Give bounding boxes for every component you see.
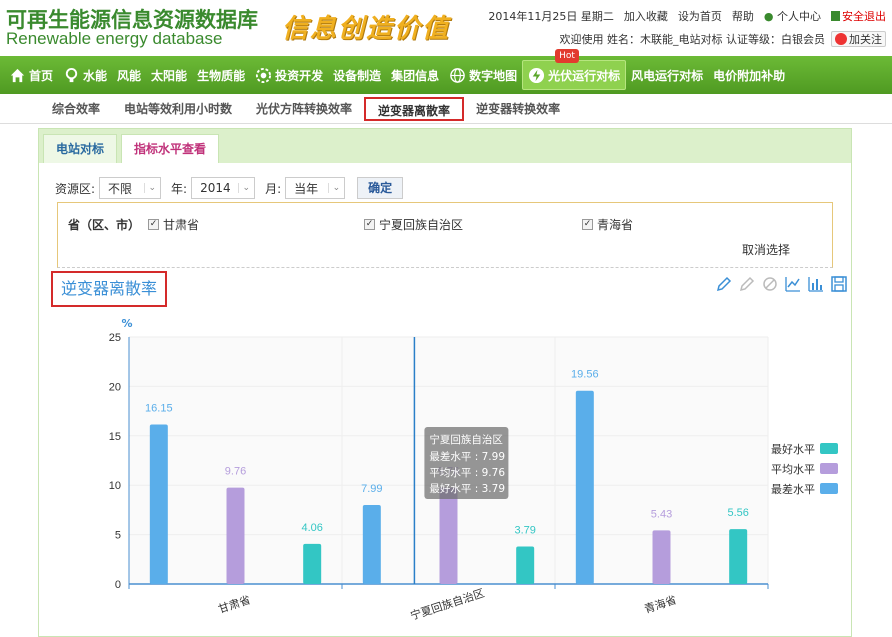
nav-item-label: 太阳能	[151, 68, 188, 83]
bar	[729, 529, 748, 584]
bar	[303, 543, 322, 584]
nav-item-label: 风电运行对标	[631, 68, 704, 83]
y-tick-label: 25	[109, 332, 121, 344]
data-label: 9.76	[225, 466, 246, 478]
top-links: 2014年11月25日 星期二 加入收藏 设为首页 帮助 ● 个人中心 安全退出	[488, 8, 886, 24]
nav-item-8[interactable]: 数字地图	[444, 60, 522, 90]
help-link[interactable]: 帮助	[732, 8, 754, 24]
tooltip-line: 最好水平 : 3.79	[429, 483, 505, 495]
logo-title-en[interactable]: Renewable energy database	[6, 29, 222, 49]
bar-chart: 0510152025%16.159.764.06甘肃省7.999.763.79宁…	[109, 317, 838, 623]
bar	[149, 424, 168, 584]
header: 可再生能源信息资源数据库 Renewable energy database 信…	[0, 0, 892, 56]
nav-item-7[interactable]: 集团信息	[386, 60, 444, 90]
globe-icon	[450, 67, 465, 83]
y-axis-unit: %	[121, 317, 132, 330]
data-label: 7.99	[361, 483, 382, 495]
nav-item-label: 投资开发	[275, 68, 324, 83]
logout-link[interactable]: 安全退出	[831, 8, 886, 24]
lightning-icon	[529, 67, 545, 83]
set-home-link[interactable]: 设为首页	[678, 8, 722, 24]
hot-badge: Hot	[555, 49, 579, 63]
nav-item-9[interactable]: 光伏运行对标 Hot	[522, 49, 627, 90]
bulb-icon	[65, 67, 78, 82]
nav-item-label: 风能	[117, 68, 142, 83]
subnav-item-4[interactable]: 逆变器转换效率	[464, 97, 572, 121]
data-label: 3.79	[514, 525, 535, 537]
nav-item-6[interactable]: 设备制造	[328, 60, 386, 90]
user-icon: ●	[763, 10, 774, 23]
bar	[516, 546, 535, 584]
nav-item-label: 生物质能	[197, 68, 246, 83]
nav-item-10[interactable]: 风电运行对标	[626, 60, 708, 90]
bar	[652, 530, 671, 584]
weibo-icon	[835, 33, 847, 45]
subnav-item-1[interactable]: 电站等效利用小时数	[112, 97, 244, 121]
x-tick-label: 宁夏回族自治区	[408, 586, 486, 623]
y-tick-label: 5	[115, 530, 121, 542]
user-center-link[interactable]: ● 个人中心	[764, 8, 821, 24]
legend-swatch	[820, 483, 838, 494]
data-label: 16.15	[145, 402, 173, 414]
bar	[575, 390, 594, 584]
legend-swatch	[820, 463, 838, 474]
x-tick-label: 甘肃省	[217, 593, 252, 616]
nav-item-label: 光伏运行对标	[548, 68, 621, 83]
add-favorite-link[interactable]: 加入收藏	[624, 8, 668, 24]
slogan: 信息创造价值	[282, 14, 451, 44]
y-tick-label: 0	[115, 579, 121, 591]
nav-item-11[interactable]: 电价附加补助	[708, 60, 790, 90]
sub-nav: 综合效率 电站等效利用小时数 光伏方阵转换效率 逆变器离散率 逆变器转换效率	[0, 94, 892, 124]
nav-item-3[interactable]: 太阳能	[146, 60, 192, 90]
nav-item-label: 集团信息	[391, 68, 440, 83]
subnav-item-0[interactable]: 综合效率	[40, 97, 112, 121]
data-label: 4.06	[301, 522, 322, 534]
nav-item-2[interactable]: 风能	[112, 60, 146, 90]
x-tick-label: 青海省	[642, 592, 678, 616]
bar	[226, 487, 245, 584]
bar	[362, 505, 381, 584]
tooltip-line: 最差水平 : 7.99	[429, 450, 505, 463]
nav-item-label: 水能	[83, 68, 108, 83]
nav-item-label: 首页	[29, 68, 54, 83]
legend-label: 最差水平	[771, 482, 815, 496]
welcome-text: 欢迎使用 姓名：木联能_电站对标 认证等级：白银会员	[559, 33, 826, 46]
data-label: 19.56	[571, 369, 599, 381]
bar	[439, 487, 458, 584]
nav-item-0[interactable]: 首页	[4, 60, 58, 90]
y-tick-label: 10	[109, 480, 121, 492]
settings-icon	[256, 67, 272, 83]
main-nav: 首页 水能 风能 太阳能 生物质能 投资开发 设备制造 集团信息 数字地图 光伏运行对标 Hot 风电…	[0, 49, 892, 94]
follow-button[interactable]: 加关注	[831, 31, 886, 47]
nav-item-1[interactable]: 水能	[58, 60, 112, 90]
date-text: 2014年11月25日 星期二	[488, 10, 614, 23]
data-label: 5.56	[727, 507, 748, 519]
nav-item-5[interactable]: 投资开发	[250, 60, 328, 90]
y-tick-label: 20	[109, 381, 121, 393]
nav-item-label: 数字地图	[469, 68, 518, 83]
subnav-item-3[interactable]: 逆变器离散率	[364, 96, 465, 121]
data-label: 5.43	[651, 508, 672, 520]
subnav-item-2[interactable]: 光伏方阵转换效率	[244, 97, 364, 121]
content-panel: 电站对标 指标水平查看 资源区: 不限 ⌄ 年: 2014 ⌄ 月: 当年 ⌄ 确定 …	[38, 128, 852, 637]
tooltip-line: 平均水平 : 9.76	[429, 467, 505, 479]
nav-item-label: 电价附加补助	[713, 68, 786, 83]
tooltip-title: 宁夏回族自治区	[429, 433, 503, 446]
legend-label: 最好水平	[771, 442, 815, 456]
nav-item-4[interactable]: 生物质能	[192, 60, 250, 90]
welcome-bar: 欢迎使用 姓名：木联能_电站对标 认证等级：白银会员 加关注	[559, 31, 886, 47]
home-icon	[10, 68, 25, 82]
legend-swatch	[820, 443, 838, 454]
lock-icon	[831, 11, 840, 21]
legend-label: 平均水平	[771, 463, 815, 476]
nav-item-label: 设备制造	[333, 68, 382, 83]
y-tick-label: 15	[109, 431, 121, 443]
